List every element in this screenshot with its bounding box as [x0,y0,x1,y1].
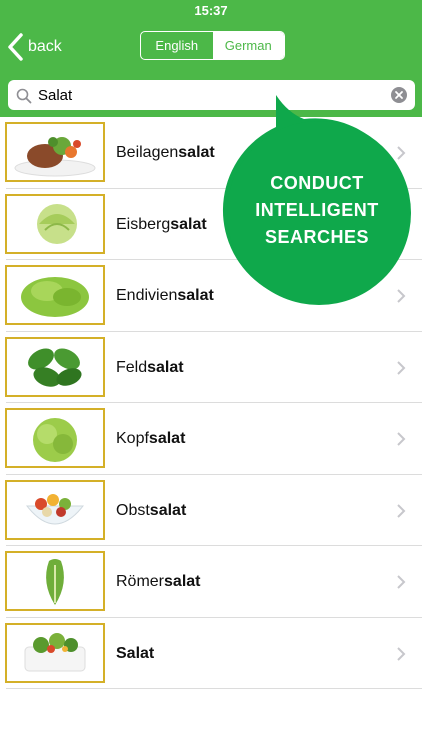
nav-bar: 15:37 back English German [0,0,422,75]
iceberg-lettuce-thumbnail [5,193,105,254]
item-label: Salat [116,644,155,662]
head-lettuce-thumbnail [5,408,105,468]
chevron-left-icon [8,33,23,61]
salad-side-dish-thumbnail [5,122,105,182]
status-time: 15:37 [194,3,228,18]
segment-german[interactable]: German [212,32,284,59]
list-item[interactable]: Feldsalat [0,332,422,403]
chevron-right-icon [397,646,406,661]
head-lettuce-photo-icon [33,418,77,462]
chevron-right-icon [397,503,406,518]
promo-text: CONDUCT INTELLIGENT SEARCHES [255,173,379,247]
list-item[interactable]: Kopfsalat [0,403,422,475]
lambs-lettuce-thumbnail [5,336,105,397]
romaine-lettuce-thumbnail [5,551,105,611]
iceberg-lettuce-photo-icon [37,203,77,244]
list-item[interactable]: Römersalat [0,546,422,618]
romaine-lettuce-photo-icon [46,559,64,605]
chevron-right-icon [397,360,406,375]
search-icon [16,88,32,104]
language-toggle: English German [140,31,285,60]
endive-lettuce-photo-icon [21,277,89,317]
item-label: Feldsalat [116,358,184,376]
segment-english[interactable]: English [141,32,213,59]
salad-side-dish-photo-icon [14,137,96,177]
mixed-salad-thumbnail [5,622,105,683]
chevron-right-icon [397,575,406,589]
item-label: Obstsalat [116,501,187,519]
mixed-salad-photo-icon [24,632,86,671]
fruit-salad-thumbnail [5,479,105,540]
endive-lettuce-thumbnail [5,265,105,325]
fruit-salad-photo-icon [25,493,85,524]
item-label: Eisbergsalat [116,215,207,233]
item-label: Beilagensalat [116,144,215,161]
back-button[interactable]: back [6,32,62,62]
list-item[interactable]: Obstsalat [0,475,422,546]
item-label: Kopfsalat [116,430,186,447]
lambs-lettuce-photo-icon [28,348,82,387]
back-label: back [28,38,62,55]
item-label: Endiviensalat [116,287,214,304]
item-label: Römersalat [116,573,201,590]
list-item[interactable]: Salat [0,618,422,689]
chevron-right-icon [397,432,406,446]
